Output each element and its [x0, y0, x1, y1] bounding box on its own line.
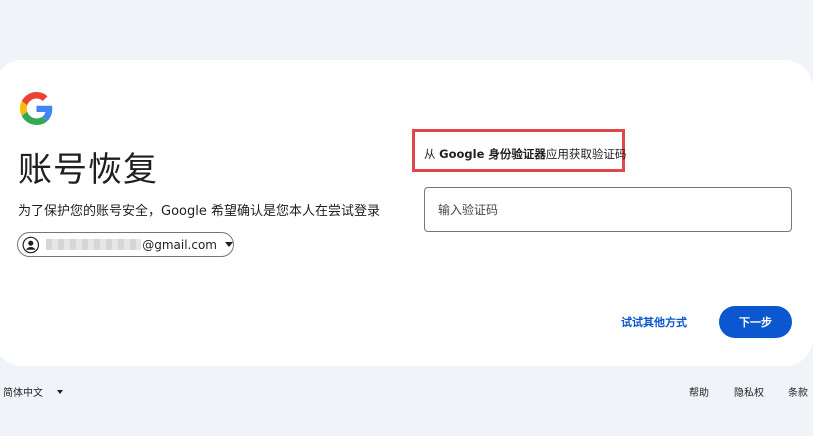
- google-logo-icon: [20, 92, 53, 125]
- language-label: 简体中文: [3, 388, 43, 399]
- help-link[interactable]: 帮助: [689, 384, 709, 399]
- chevron-down-icon: [57, 389, 63, 394]
- page-subtitle: 为了保护您的账号安全，Google 希望确认是您本人在尝试登录: [18, 204, 380, 219]
- try-another-way-button[interactable]: 试试其他方式: [612, 307, 696, 337]
- privacy-link[interactable]: 隐私权: [734, 384, 764, 399]
- instruction-prefix: 从: [424, 147, 440, 161]
- authenticator-app-name: Google 身份验证器: [439, 147, 546, 161]
- account-email-domain: @gmail.com: [142, 237, 217, 252]
- account-chip[interactable]: @gmail.com: [17, 232, 234, 257]
- masked-email-username: [45, 239, 142, 250]
- chevron-down-icon: [225, 242, 233, 247]
- verification-code-input[interactable]: [424, 187, 792, 232]
- next-button[interactable]: 下一步: [719, 306, 792, 338]
- page-title: 账号恢复: [18, 150, 158, 190]
- language-selector[interactable]: 简体中文: [3, 384, 63, 399]
- terms-link[interactable]: 条款: [788, 384, 808, 399]
- account-circle-icon: [22, 236, 40, 253]
- instruction-suffix: 应用获取验证码: [545, 147, 627, 161]
- verification-instruction: 从 Google 身份验证器应用获取验证码: [424, 146, 626, 162]
